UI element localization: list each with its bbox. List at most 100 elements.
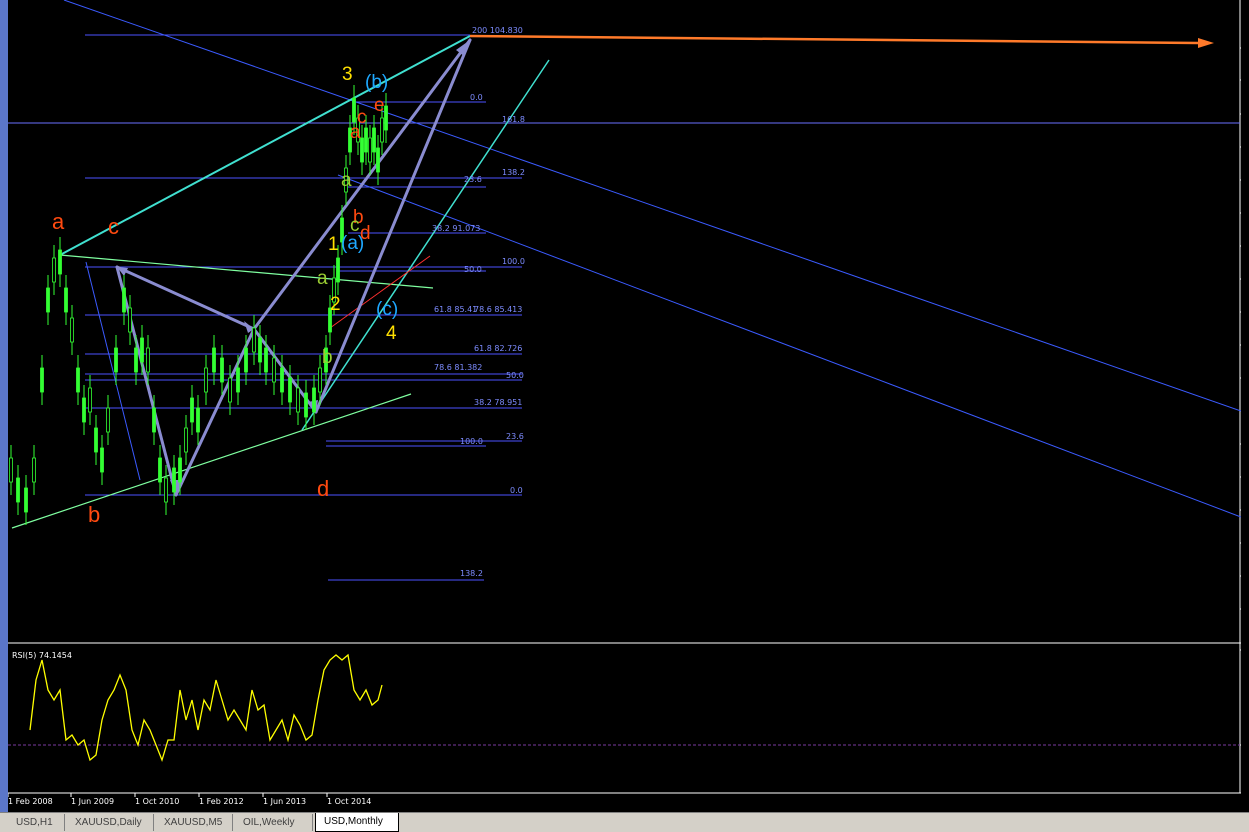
candle-body — [70, 317, 74, 343]
candle-body — [9, 457, 13, 483]
tab-usd-h1[interactable]: USD,H1 — [8, 814, 65, 831]
candle-body — [106, 407, 110, 433]
fib-label-138: 138.2 — [502, 168, 525, 177]
candle-body — [82, 397, 86, 423]
candle-body — [352, 97, 356, 123]
time-axis-label: 1 Jun 2013 — [263, 797, 306, 806]
candle-body — [76, 367, 80, 393]
time-axis: 1 Feb 2008 1 Jun 2009 1 Oct 2010 1 Feb 2012… — [8, 793, 371, 806]
tab-xauusd-daily[interactable]: XAUUSD,Daily — [67, 814, 154, 831]
candle-body — [58, 249, 62, 275]
fib-label-0-top: 0.0 — [470, 93, 483, 102]
candle-body — [204, 367, 208, 393]
candle-body — [100, 447, 104, 473]
candle-body — [40, 367, 44, 393]
time-axis-label: 1 Oct 2010 — [135, 797, 179, 806]
candle-body — [380, 117, 384, 143]
candle-body — [384, 105, 388, 131]
candle-body — [296, 387, 300, 413]
candle-body — [364, 127, 368, 153]
candle-body — [304, 392, 308, 418]
candle-body — [228, 377, 232, 403]
fib-label-161: 161.8 — [502, 115, 525, 124]
fib-label-618-82: 61.8 82.726 — [474, 344, 522, 353]
wave-label-a-green: a — [317, 268, 328, 289]
candle-body — [220, 357, 224, 383]
candle-body — [16, 477, 20, 503]
wave-label-e: e — [374, 95, 385, 116]
chart-tab-bar: USD,H1 XAUUSD,Daily XAUUSD,M5 OIL,Weekly… — [0, 812, 1249, 832]
window-left-border — [0, 0, 8, 812]
candle-body — [372, 127, 376, 153]
rsi-label: RSI(5) 74.1454 — [12, 651, 72, 660]
candle-body — [272, 357, 276, 383]
candle-body — [360, 137, 364, 163]
fib-label-50-mid: 50.0 — [464, 265, 482, 274]
trend-channel — [63, 0, 1241, 518]
wave-label-2: 2 — [330, 294, 341, 315]
wave-labels: a c b d 3 (b) e c a 1 (a) b d c a 2 (c) … — [52, 64, 398, 527]
wave-label-d: d — [317, 476, 329, 501]
time-axis-label: 1 Jun 2009 — [71, 797, 114, 806]
candle-body — [172, 467, 176, 493]
fib-label-618-85: 61.8 85.41 — [434, 305, 477, 314]
candle-body — [152, 407, 156, 433]
wave-label-1: 1 — [328, 234, 339, 255]
candle-body — [196, 407, 200, 433]
target-arrow — [469, 34, 1214, 48]
wave-label-c: c — [108, 214, 119, 239]
tab-usd-monthly[interactable]: USD,Monthly — [315, 813, 399, 832]
candle-body — [94, 427, 98, 453]
candle-body — [158, 457, 162, 483]
fib-label-0-low: 0.0 — [510, 486, 523, 495]
tab-oil-weekly[interactable]: OIL,Weekly — [235, 814, 313, 831]
candle-body — [88, 387, 92, 413]
tab-xauusd-m5[interactable]: XAUUSD,M5 — [156, 814, 233, 831]
chart-canvas[interactable]: 200 104.830 0.0 161.8 138.2 23.6 38.2 91… — [8, 0, 1241, 810]
time-axis-label: 1 Oct 2014 — [327, 797, 371, 806]
candle-body — [64, 287, 68, 313]
candle-body — [318, 367, 322, 393]
fib-label-50-low: 50.0 — [506, 371, 524, 380]
fib-label-100-mid: 100.0 — [502, 257, 525, 266]
candle-body — [252, 327, 256, 353]
candle-body — [24, 487, 28, 513]
fib-label-38-91: 38.2 91.073 — [432, 224, 480, 233]
candle-body — [264, 347, 268, 373]
candle-body — [288, 377, 292, 403]
wave-label-a-green-upper: a — [341, 170, 352, 191]
candle-body — [32, 457, 36, 483]
fib-label-382-78: 38.2 78.951 — [474, 398, 522, 407]
wave-label-a-small: a — [350, 122, 361, 143]
wave-label-a: a — [52, 209, 65, 234]
wave-label-3: 3 — [342, 64, 353, 85]
fib-label-200: 200 104.830 — [472, 26, 523, 35]
candle-body — [134, 347, 138, 373]
candle-body — [184, 427, 188, 453]
candle-body — [336, 257, 340, 283]
wave-label-4: 4 — [386, 323, 397, 344]
candle-body — [212, 347, 216, 373]
price-chart-area[interactable]: 200 104.830 0.0 161.8 138.2 23.6 38.2 91… — [8, 0, 1241, 810]
wave-label-b-paren: (b) — [365, 72, 388, 93]
fib-label-23-top: 23.6 — [464, 175, 482, 184]
candle-body — [122, 287, 126, 313]
candle-body — [140, 337, 144, 363]
wave-label-b-green: b — [322, 347, 333, 368]
support-lines — [11, 35, 550, 529]
candle-body — [178, 457, 182, 483]
candle-body — [128, 307, 132, 333]
candle-body — [190, 397, 194, 423]
candle-body — [280, 367, 284, 393]
candle-body — [258, 337, 262, 363]
fib-label-236-low: 23.6 — [506, 432, 524, 441]
fib-label-786-85: 78.6 85.413 — [474, 305, 522, 314]
time-axis-label: 1 Feb 2008 — [8, 797, 53, 806]
fib-label-786-81: 78.6 81.382 — [434, 363, 482, 372]
wave-label-b: b — [88, 502, 100, 527]
candle-body — [52, 257, 56, 283]
wave-label-d-small: d — [360, 223, 371, 244]
wave-label-c-green: c — [350, 215, 360, 236]
fib-label-100-low: 100.0 — [460, 437, 483, 446]
candle-body — [312, 387, 316, 413]
